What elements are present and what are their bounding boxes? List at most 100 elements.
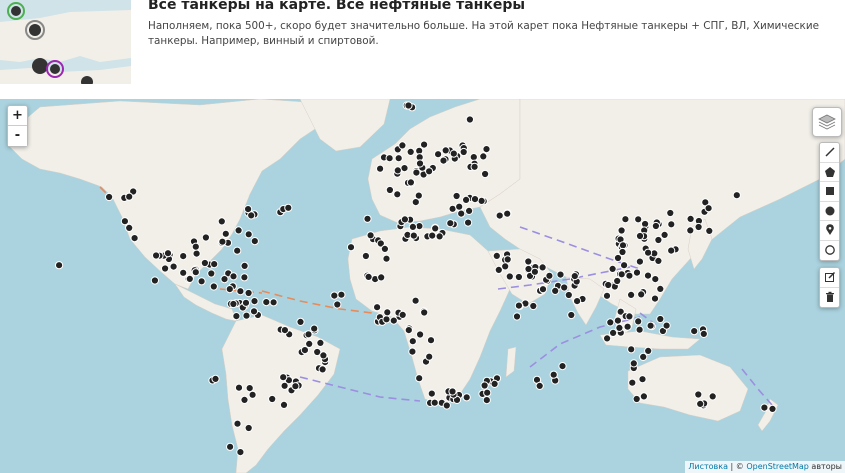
tanker-marker[interactable] [366, 231, 375, 240]
tanker-marker[interactable] [250, 237, 259, 246]
map-canvas[interactable] [0, 99, 845, 473]
tanker-marker[interactable] [567, 310, 576, 320]
tanker-marker[interactable] [240, 273, 249, 282]
tanker-marker[interactable] [376, 164, 385, 173]
tanker-marker[interactable] [457, 209, 466, 218]
tanker-marker[interactable] [125, 192, 134, 201]
tanker-marker[interactable] [262, 298, 271, 307]
tanker-marker[interactable] [538, 263, 547, 272]
zoom-out-button[interactable]: - [8, 126, 27, 146]
tanker-marker[interactable] [346, 243, 356, 252]
tanker-marker[interactable] [211, 374, 220, 383]
tanker-marker[interactable] [233, 419, 242, 428]
tanker-marker[interactable] [415, 159, 425, 168]
tanker-marker[interactable] [411, 296, 420, 305]
tanker-marker[interactable] [389, 316, 398, 325]
tanker-marker[interactable] [296, 317, 305, 326]
tanker-marker[interactable] [483, 388, 492, 397]
edit-layers-tool[interactable] [820, 268, 839, 288]
tanker-marker[interactable] [545, 271, 554, 280]
tanker-marker[interactable] [408, 337, 417, 346]
tanker-marker[interactable] [639, 352, 648, 361]
tanker-marker[interactable] [240, 261, 249, 270]
tanker-marker[interactable] [606, 318, 615, 327]
tanker-marker[interactable] [226, 442, 235, 451]
tanker-marker[interactable] [337, 290, 346, 299]
circle-tool[interactable] [820, 202, 839, 221]
tanker-marker[interactable] [705, 226, 714, 235]
tanker-marker[interactable] [220, 275, 229, 284]
tanker-marker[interactable] [150, 276, 159, 285]
tanker-marker[interactable] [556, 270, 565, 279]
tanker-marker[interactable] [448, 204, 457, 213]
tanker-marker[interactable] [218, 237, 227, 246]
tanker-marker[interactable] [686, 226, 695, 235]
tanker-marker[interactable] [192, 249, 201, 258]
tanker-marker[interactable] [316, 338, 325, 347]
tanker-marker[interactable] [708, 392, 717, 401]
tanker-marker[interactable] [439, 156, 448, 165]
tanker-marker[interactable] [656, 314, 665, 324]
tanker-marker[interactable] [470, 162, 479, 171]
tanker-marker[interactable] [333, 300, 342, 309]
tanker-marker[interactable] [245, 384, 254, 393]
tanker-marker[interactable] [514, 301, 524, 310]
tanker-marker[interactable] [608, 264, 617, 273]
tanker-marker[interactable] [623, 322, 632, 331]
tanker-marker[interactable] [639, 392, 649, 401]
tanker-marker[interactable] [768, 404, 777, 413]
tanker-marker[interactable] [549, 370, 558, 379]
tanker-marker[interactable] [408, 347, 417, 356]
tanker-marker[interactable] [462, 393, 471, 402]
tanker-marker[interactable] [279, 400, 289, 409]
tanker-marker[interactable] [694, 390, 703, 399]
tanker-marker[interactable] [635, 257, 645, 266]
tanker-marker[interactable] [179, 268, 188, 277]
tanker-marker[interactable] [217, 217, 226, 226]
osm-link[interactable]: OpenStreetMap [746, 462, 809, 471]
tanker-marker[interactable] [400, 215, 409, 224]
tanker-marker[interactable] [163, 249, 173, 258]
tanker-marker[interactable] [650, 294, 660, 303]
tanker-marker[interactable] [690, 327, 699, 336]
tanker-marker[interactable] [185, 274, 194, 283]
tanker-marker[interactable] [291, 382, 300, 391]
tanker-marker[interactable] [210, 260, 219, 269]
tanker-marker[interactable] [551, 286, 560, 295]
tanker-marker[interactable] [409, 231, 418, 240]
tanker-marker[interactable] [330, 291, 339, 300]
tanker-marker[interactable] [538, 285, 548, 294]
tanker-marker[interactable] [249, 307, 259, 316]
delete-layers-tool[interactable] [820, 288, 839, 308]
tanker-marker[interactable] [169, 262, 178, 271]
tanker-marker[interactable] [420, 140, 429, 149]
tanker-marker[interactable] [694, 222, 703, 232]
tanker-marker[interactable] [404, 101, 413, 110]
tanker-marker[interactable] [244, 423, 253, 433]
tanker-marker[interactable] [364, 272, 373, 281]
tanker-marker[interactable] [660, 230, 669, 239]
tanker-marker[interactable] [406, 147, 415, 157]
tanker-marker[interactable] [209, 282, 218, 291]
polyline-tool[interactable] [820, 143, 839, 163]
tanker-marker[interactable] [667, 220, 676, 229]
tanker-marker[interactable] [613, 316, 623, 325]
tanker-marker[interactable] [426, 336, 436, 345]
tanker-marker[interactable] [191, 242, 200, 251]
tanker-marker[interactable] [382, 315, 391, 324]
tanker-marker[interactable] [250, 297, 259, 306]
tanker-marker[interactable] [233, 246, 242, 255]
tanker-marker[interactable] [464, 218, 473, 227]
tanker-marker[interactable] [412, 168, 421, 177]
layers-button[interactable] [812, 107, 842, 137]
tanker-marker[interactable] [637, 290, 646, 299]
tanker-marker[interactable] [279, 373, 288, 382]
tanker-marker[interactable] [400, 164, 409, 173]
tanker-marker[interactable] [732, 191, 741, 200]
tanker-marker[interactable] [662, 321, 671, 330]
tanker-marker[interactable] [492, 251, 501, 260]
tanker-marker[interactable] [201, 233, 210, 242]
tanker-marker[interactable] [635, 325, 644, 334]
tanker-marker[interactable] [191, 268, 200, 277]
tanker-marker[interactable] [573, 297, 582, 306]
